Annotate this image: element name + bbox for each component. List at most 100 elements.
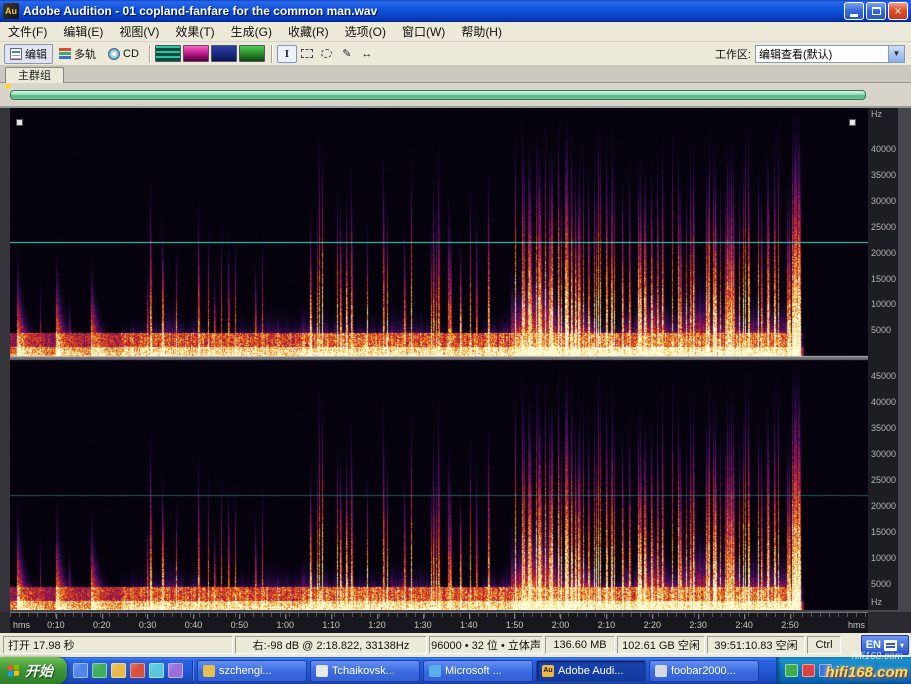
titlebar: Au Adobe Audition - 01 copland-fanfare f… [0, 0, 911, 22]
quicklaunch-icon-4[interactable] [149, 663, 164, 678]
freq-tick: 30000 [871, 197, 896, 206]
effects-paintbrush-tool[interactable]: ✎ [337, 45, 357, 63]
taskbar-task-0[interactable]: szchengi... [197, 660, 307, 682]
time-selection-tool[interactable]: I [277, 45, 297, 63]
keyboard-icon[interactable] [884, 640, 897, 651]
task-icon [203, 665, 215, 677]
status-format-info: 96000 • 32 位 • 立体声 [429, 636, 543, 654]
workspace-dropdown[interactable]: 编辑查看(默认) ▼ [755, 45, 905, 63]
quicklaunch-icon-2[interactable] [111, 663, 126, 678]
time-tick: 2:10 [598, 620, 616, 630]
quicklaunch-icon-3[interactable] [130, 663, 145, 678]
chevron-down-icon: ▼ [888, 46, 904, 62]
cd-view-button[interactable]: CD [102, 44, 145, 64]
frequency-ruler[interactable]: Hz40000350003000025000200001500010000500… [868, 108, 898, 610]
workspace-value: 编辑查看(默认) [756, 46, 888, 62]
quicklaunch-icon-5[interactable] [168, 663, 183, 678]
freq-tick: 25000 [871, 476, 896, 485]
edit-view-icon [10, 48, 22, 60]
status-file-size: 136.60 MB [545, 636, 615, 654]
scrub-icon: ↔ [361, 48, 372, 60]
time-tick: 0:50 [231, 620, 249, 630]
time-tick: 0:40 [185, 620, 203, 630]
freq-tick: 40000 [871, 398, 896, 407]
waveform-display-button[interactable] [155, 45, 181, 62]
toolbar-separator [271, 45, 273, 63]
tray-icon-0[interactable] [785, 664, 798, 677]
menu-item-6[interactable]: 选项(O) [337, 21, 394, 42]
edit-view-button[interactable]: 编辑 [4, 44, 53, 64]
windows-flag-icon [8, 664, 20, 677]
menu-item-7[interactable]: 窗口(W) [394, 21, 453, 42]
file-tab[interactable]: 主群组 [5, 67, 64, 83]
menu-item-1[interactable]: 编辑(E) [55, 21, 111, 42]
time-tick: 1:50 [506, 620, 524, 630]
task-icon [316, 665, 328, 677]
menu-item-4[interactable]: 生成(G) [223, 21, 280, 42]
multitrack-icon [59, 48, 71, 60]
display-left-edge [0, 108, 10, 612]
quicklaunch-icon-0[interactable] [73, 663, 88, 678]
minimize-button[interactable] [844, 2, 864, 20]
freq-tick: 10000 [871, 554, 896, 563]
scrub-tool[interactable]: ↔ [357, 45, 377, 63]
menu-item-2[interactable]: 视图(V) [111, 21, 167, 42]
task-icon: Au [542, 665, 554, 677]
time-tick: 2:50 [781, 620, 799, 630]
freq-tick: 5000 [871, 580, 891, 589]
menu-item-0[interactable]: 文件(F) [0, 21, 55, 42]
lasso-icon [321, 49, 332, 58]
task-button-area: szchengi...Tchaikovsk... Microsoft ... AuA… [197, 660, 776, 682]
freq-tick: 10000 [871, 300, 896, 309]
status-modifier-key: Ctrl [807, 636, 841, 654]
marquee-selection-tool[interactable] [297, 45, 317, 63]
spectral-pan-display-button[interactable] [211, 45, 237, 62]
start-label: 开始 [25, 661, 53, 681]
menu-item-3[interactable]: 效果(T) [167, 21, 222, 42]
taskbar-task-4[interactable]: foobar2000... [649, 660, 759, 682]
playhead-marker-icon[interactable] [6, 84, 12, 90]
task-label: Microsoft ... [445, 665, 502, 677]
freq-tick: 20000 [871, 249, 896, 258]
time-tick: 1:20 [368, 620, 386, 630]
status-cursor-info: 右:-98 dB @ 2:18.822, 33138Hz [235, 636, 427, 654]
time-ruler[interactable]: hms0:100:200:300:400:501:001:101:201:301… [10, 612, 868, 633]
quick-launch-area [67, 663, 189, 678]
range-handle-top-right[interactable] [849, 119, 856, 126]
time-tick: 2:00 [552, 620, 570, 630]
close-button[interactable]: × [888, 2, 908, 20]
start-button[interactable]: 开始 [0, 657, 67, 684]
task-icon [655, 665, 667, 677]
display-right-edge [898, 108, 911, 612]
spectral-display-button[interactable] [183, 45, 209, 62]
lasso-selection-tool[interactable] [317, 45, 337, 63]
menu-item-5[interactable]: 收藏(R) [280, 21, 337, 42]
range-handle-top-left[interactable] [16, 119, 23, 126]
time-unit-right: hms [848, 620, 865, 630]
time-tick: 2:20 [644, 620, 662, 630]
ibeam-icon: I [285, 48, 289, 60]
freq-tick: 45000 [871, 372, 896, 381]
freq-tick: 35000 [871, 424, 896, 433]
language-options-arrow-icon[interactable]: ▾ [900, 641, 904, 650]
freq-tick: 5000 [871, 326, 891, 335]
paintbrush-icon: ✎ [342, 47, 351, 60]
taskbar-task-1[interactable]: Tchaikovsk... [310, 660, 420, 682]
spectral-phase-display-button[interactable] [239, 45, 265, 62]
multitrack-view-button[interactable]: 多轨 [53, 44, 102, 64]
maximize-button[interactable] [866, 2, 886, 20]
tray-icon-1[interactable] [802, 664, 815, 677]
cd-label: CD [123, 48, 139, 60]
spectrogram-canvas[interactable] [10, 108, 868, 610]
taskbar-task-3[interactable]: AuAdobe Audi... [536, 660, 646, 682]
freq-tick: 35000 [871, 171, 896, 180]
time-tick: 2:40 [735, 620, 753, 630]
menu-item-8[interactable]: 帮助(H) [453, 21, 510, 42]
quicklaunch-icon-1[interactable] [92, 663, 107, 678]
status-disk-free: 102.61 GB 空闲 [617, 636, 705, 654]
status-time-free: 39:51:10.83 空闲 [707, 636, 805, 654]
horizontal-portion-bar[interactable] [10, 90, 866, 100]
language-indicator[interactable]: EN [866, 639, 881, 651]
taskbar-task-2[interactable]: Microsoft ... [423, 660, 533, 682]
time-tick: 2:30 [689, 620, 707, 630]
